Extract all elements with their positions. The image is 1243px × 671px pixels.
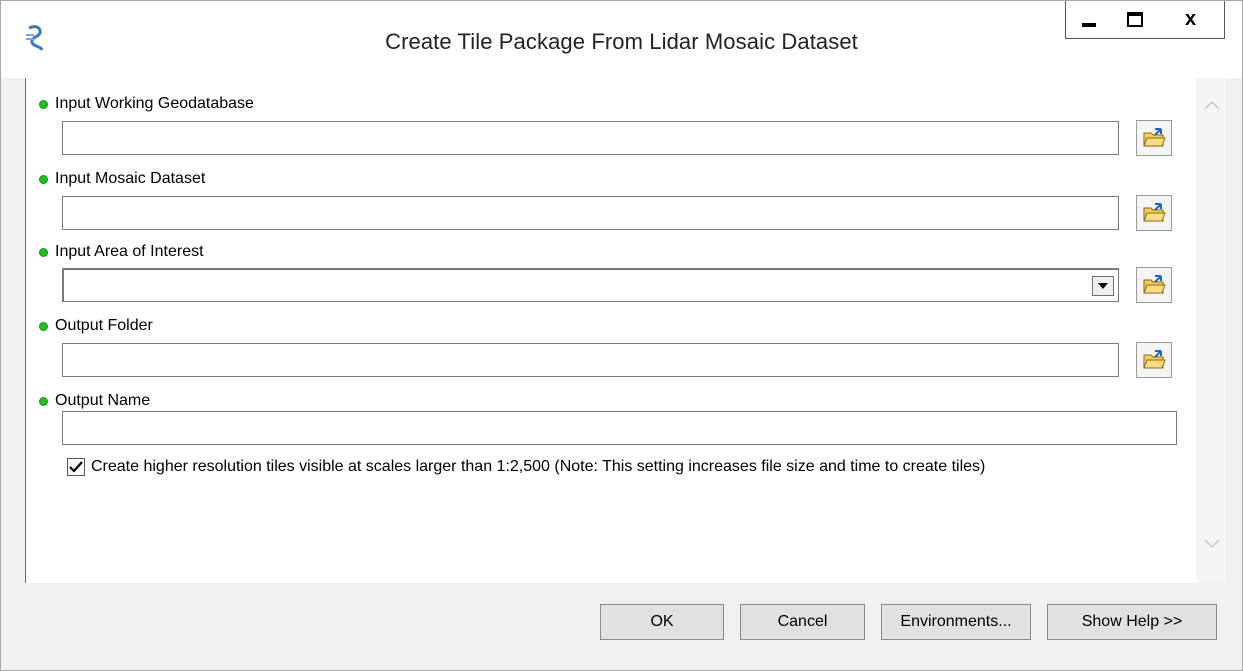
label-text: Output Name [55, 392, 151, 409]
close-button[interactable]: x [1157, 1, 1225, 39]
label-text: Input Working Geodatabase [55, 95, 254, 112]
field-label-working-geodatabase: Input Working Geodatabase [39, 95, 254, 113]
open-folder-icon [1143, 128, 1166, 147]
required-dot-icon [39, 396, 48, 406]
output-folder-input[interactable] [62, 343, 1119, 377]
maximize-icon [1126, 12, 1143, 27]
cancel-button[interactable]: Cancel [740, 604, 865, 640]
close-icon: x [1184, 8, 1197, 30]
label-text: Output Folder [55, 317, 153, 334]
required-dot-icon [39, 99, 48, 109]
open-folder-icon [1143, 275, 1166, 294]
label-text: Input Area of Interest [55, 243, 204, 260]
required-dot-icon [39, 247, 48, 257]
dialog-window: Create Tile Package From Lidar Mosaic Da… [0, 0, 1243, 671]
field-label-output-name: Output Name [39, 392, 150, 410]
browse-working-geodatabase-button[interactable] [1136, 120, 1172, 156]
dropdown-arrow-button[interactable] [1092, 276, 1114, 296]
area-of-interest-combobox[interactable] [62, 268, 1119, 302]
high-resolution-option[interactable]: Create higher resolution tiles visible a… [67, 458, 985, 476]
label-text: Input Mosaic Dataset [55, 170, 206, 187]
required-dot-icon [39, 174, 48, 184]
field-label-output-folder: Output Folder [39, 317, 153, 335]
field-label-mosaic-dataset: Input Mosaic Dataset [39, 170, 205, 188]
browse-mosaic-dataset-button[interactable] [1136, 195, 1172, 231]
ok-button[interactable]: OK [600, 604, 724, 640]
browse-area-of-interest-button[interactable] [1136, 267, 1172, 303]
browse-output-folder-button[interactable] [1136, 342, 1172, 378]
checkmark-icon [69, 461, 83, 473]
vertical-scrollbar[interactable] [1196, 78, 1226, 583]
high-resolution-label: Create higher resolution tiles visible a… [91, 458, 986, 475]
minimize-icon [1082, 22, 1096, 27]
maximize-button[interactable] [1112, 1, 1158, 39]
scroll-down-icon[interactable] [1204, 539, 1220, 549]
environments-button[interactable]: Environments... [881, 604, 1031, 640]
open-folder-icon [1143, 203, 1166, 222]
high-resolution-checkbox[interactable] [67, 458, 85, 476]
minimize-button[interactable] [1065, 1, 1113, 39]
output-name-input[interactable] [62, 411, 1177, 445]
window-title: Create Tile Package From Lidar Mosaic Da… [385, 29, 858, 54]
field-label-area-of-interest: Input Area of Interest [39, 243, 204, 261]
mosaic-dataset-input[interactable] [62, 196, 1119, 230]
show-help-button[interactable]: Show Help >> [1047, 604, 1217, 640]
open-folder-icon [1143, 350, 1166, 369]
required-dot-icon [39, 321, 48, 331]
chevron-down-icon [1098, 283, 1108, 289]
title-bar[interactable]: Create Tile Package From Lidar Mosaic Da… [1, 1, 1242, 78]
working-geodatabase-input[interactable] [62, 121, 1119, 155]
scroll-up-icon[interactable] [1204, 100, 1220, 110]
